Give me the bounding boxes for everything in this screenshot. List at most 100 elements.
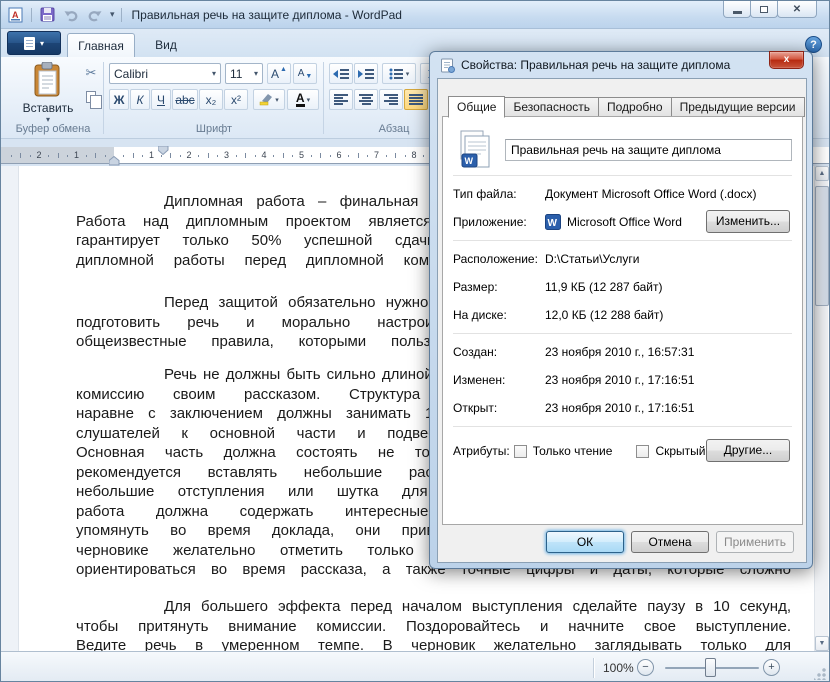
align-center-button[interactable] <box>354 89 378 110</box>
clipboard-paste-icon <box>33 62 63 98</box>
dialog-close-button[interactable]: x <box>769 51 804 69</box>
copy-button[interactable] <box>81 87 101 107</box>
apply-button[interactable]: Применить <box>716 531 794 553</box>
ok-button[interactable]: ОК <box>546 531 624 553</box>
superscript-button[interactable]: x² <box>224 89 248 110</box>
ruler-tick <box>48 155 49 157</box>
size-on-disk-value: 12,0 КБ (12 288 байт) <box>545 308 663 322</box>
cancel-button[interactable]: Отмена <box>631 531 709 553</box>
scrollbar-thumb[interactable] <box>815 186 829 306</box>
ruler-tick <box>86 155 87 157</box>
ruler-tick <box>348 155 349 157</box>
created-label: Создан: <box>453 345 545 359</box>
wordpad-menu-button[interactable]: ▾ <box>7 31 61 55</box>
change-button[interactable]: Изменить... <box>706 210 790 233</box>
tab-view[interactable]: Вид <box>141 33 191 57</box>
align-right-button[interactable] <box>379 89 403 110</box>
close-button[interactable]: ✕ <box>777 1 817 18</box>
italic-button[interactable]: К <box>130 89 150 110</box>
dialog-titlebar[interactable]: Свойства: Правильная речь на защите дипл… <box>430 52 812 78</box>
tab-home[interactable]: Главная <box>67 33 135 57</box>
ruler-tick <box>105 155 106 157</box>
titlebar: A ▾ Правильная речь на защите диплома - … <box>1 1 829 29</box>
restore-button[interactable] <box>750 1 778 18</box>
undo-icon[interactable] <box>62 6 80 24</box>
resize-grip[interactable] <box>814 668 826 680</box>
application-label: Приложение: <box>453 215 545 229</box>
scissors-icon: ✂ <box>86 65 97 81</box>
other-attributes-button[interactable]: Другие... <box>706 439 790 462</box>
tab-previous-versions[interactable]: Предыдущие версии <box>672 97 805 117</box>
size-row: Размер: 11,9 КБ (12 287 байт) <box>453 273 792 301</box>
chevron-down-icon: ▾ <box>406 70 410 78</box>
menu-dropdown-icon: ▾ <box>40 39 44 48</box>
ruler-number: 4 <box>262 150 267 160</box>
cut-button[interactable]: ✂ <box>81 63 101 83</box>
save-icon[interactable] <box>38 6 56 24</box>
readonly-checkbox[interactable] <box>514 445 527 458</box>
strikethrough-button[interactable]: abc <box>172 89 198 110</box>
ruler-number: 3 <box>224 150 229 160</box>
status-bar: 100% − + <box>1 651 829 682</box>
filename-input[interactable] <box>505 139 792 161</box>
font-color-button[interactable]: А ▾ <box>287 89 319 110</box>
hidden-checkbox[interactable] <box>636 445 649 458</box>
bold-button[interactable]: Ж <box>109 89 129 110</box>
ruler-number: 1 <box>74 150 79 160</box>
first-line-indent-marker[interactable] <box>158 146 169 155</box>
ruler-tick <box>142 155 143 157</box>
ruler-tick <box>95 153 96 158</box>
location-label: Расположение: <box>453 252 545 266</box>
increase-indent-button[interactable] <box>354 63 378 84</box>
restore-icon <box>760 6 768 13</box>
page-gutter <box>1 166 19 651</box>
minimize-button[interactable] <box>723 1 751 18</box>
text-line: Для большего эффекта перед началом высту… <box>76 597 791 617</box>
general-tab-page: W Тип файла: Документ Microsoft Office W… <box>442 116 803 525</box>
ruler-tick <box>236 155 237 157</box>
zoom-slider-thumb[interactable] <box>705 658 716 677</box>
attributes-label: Атрибуты: <box>453 444 510 458</box>
tab-details[interactable]: Подробно <box>599 97 672 117</box>
font-size-combo[interactable]: 11 ▾ <box>225 63 263 84</box>
ruler-tick <box>11 155 12 157</box>
location-value: D:\Статьи\Услуги <box>545 252 639 266</box>
align-justify-button[interactable] <box>404 89 428 110</box>
properties-dialog: Свойства: Правильная речь на защите дипл… <box>429 51 813 569</box>
align-right-icon <box>384 93 398 106</box>
ruler-tick <box>170 153 171 158</box>
scroll-down-button[interactable]: ▼ <box>815 636 829 651</box>
divider <box>121 8 122 22</box>
divider <box>453 240 792 241</box>
ruler-tick <box>133 153 134 158</box>
paragraph: Для большего эффекта перед началом высту… <box>76 597 791 656</box>
grow-font-button[interactable]: А▲ <box>267 63 291 84</box>
shrink-font-button[interactable]: А▼ <box>293 63 317 84</box>
list-button[interactable]: ▾ <box>382 63 416 84</box>
zoom-in-button[interactable]: + <box>763 659 780 676</box>
redo-icon[interactable] <box>86 6 104 24</box>
scroll-up-button[interactable]: ▲ <box>815 166 829 181</box>
font-name-combo[interactable]: Calibri ▾ <box>109 63 221 84</box>
left-indent-marker[interactable] <box>109 156 120 166</box>
subscript-button[interactable]: x₂ <box>199 89 223 110</box>
decrease-indent-button[interactable] <box>329 63 353 84</box>
quick-access-toolbar: A ▾ <box>1 6 122 24</box>
vertical-scrollbar[interactable]: ▲ ▼ <box>814 166 828 651</box>
wordpad-app-icon[interactable]: A <box>7 6 25 24</box>
ruler-number: 5 <box>299 150 304 160</box>
decrease-indent-icon <box>333 68 349 80</box>
modified-label: Изменен: <box>453 373 545 387</box>
word-file-icon: W <box>453 130 493 170</box>
align-center-icon <box>359 93 373 106</box>
paste-button[interactable]: Вставить ▾ <box>17 61 79 131</box>
zoom-out-button[interactable]: − <box>637 659 654 676</box>
highlight-color-button[interactable]: ▾ <box>253 89 285 110</box>
underline-button[interactable]: Ч <box>151 89 171 110</box>
dialog-title: Свойства: Правильная речь на защите дипл… <box>461 58 730 72</box>
tab-security[interactable]: Безопасность <box>505 97 599 117</box>
qat-dropdown-icon[interactable]: ▾ <box>110 10 115 19</box>
ruler-tick <box>123 155 124 157</box>
tab-general[interactable]: Общие <box>448 96 505 118</box>
align-left-button[interactable] <box>329 89 353 110</box>
